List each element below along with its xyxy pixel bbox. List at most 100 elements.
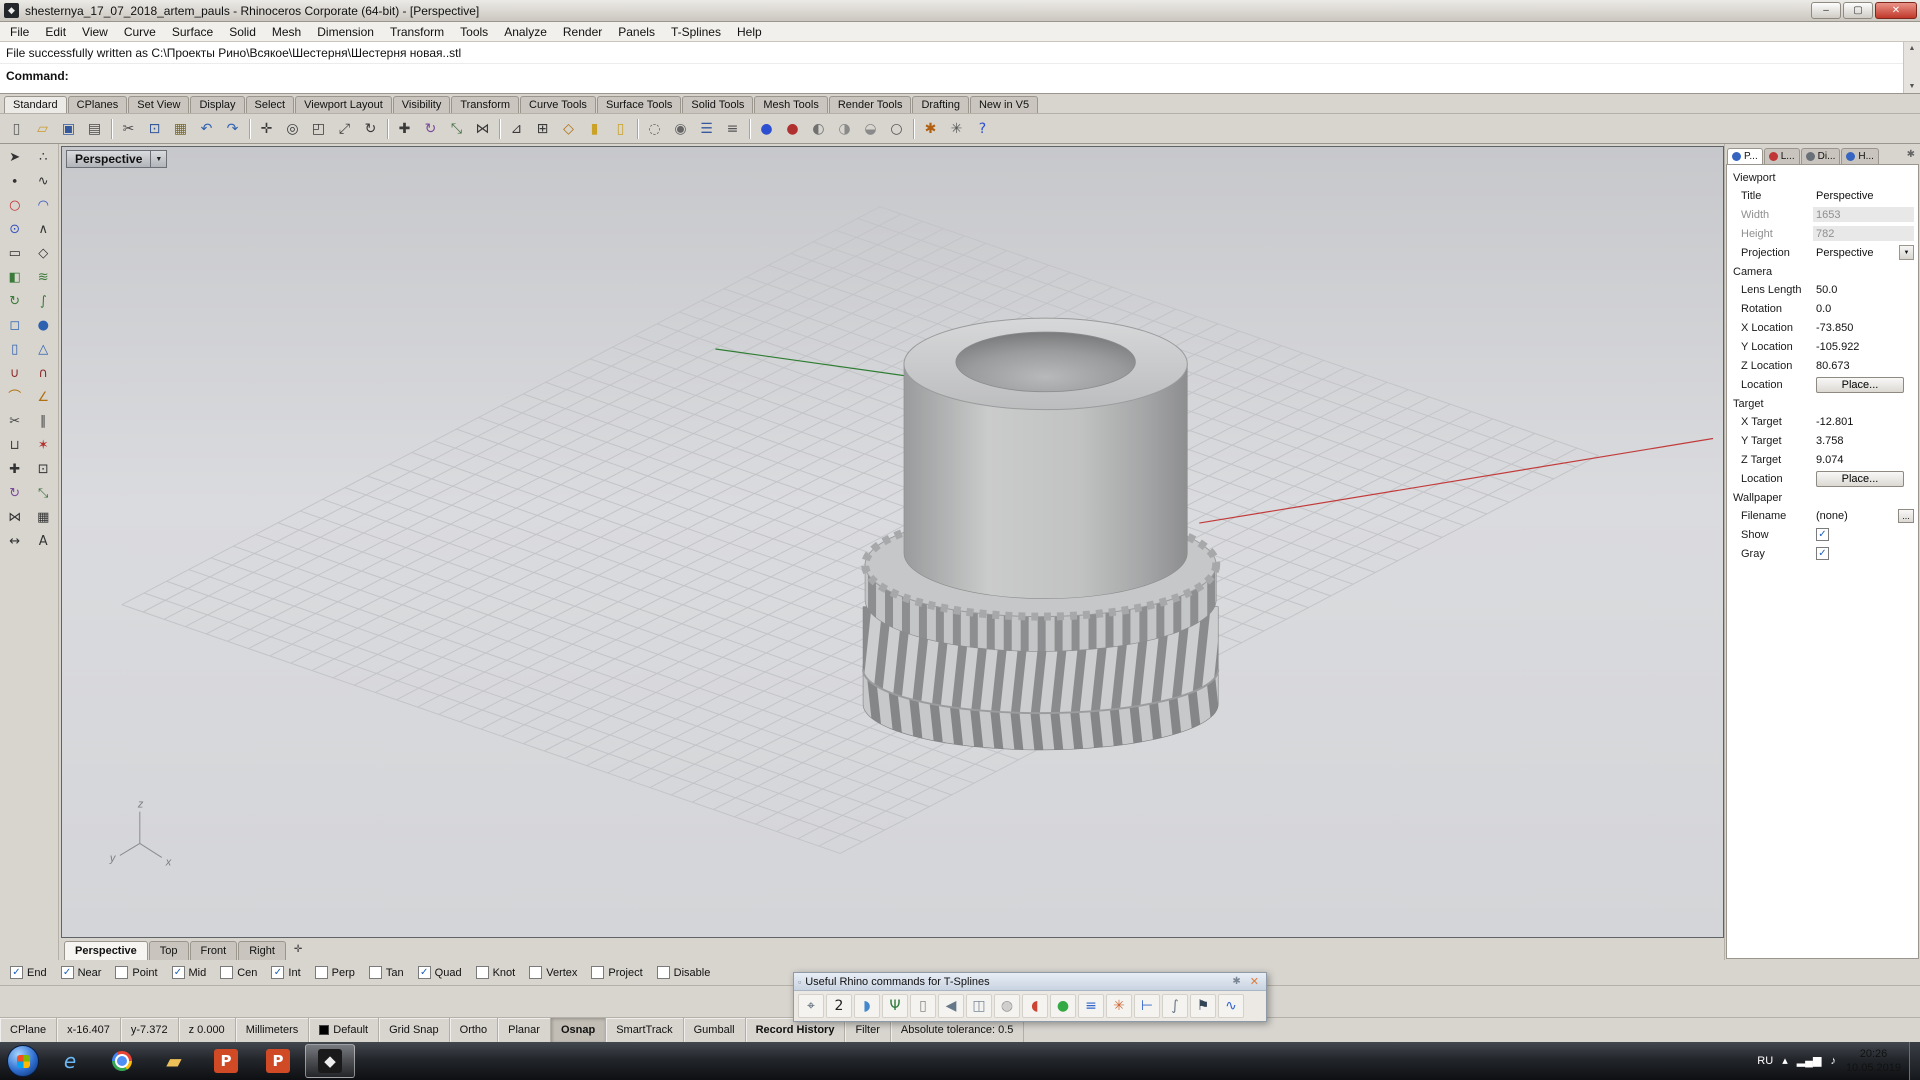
menu-edit[interactable]: Edit xyxy=(37,23,74,41)
loft-button[interactable]: ≋ xyxy=(30,266,58,289)
move-button[interactable]: ✚ xyxy=(392,117,417,141)
boolean-difference-button[interactable]: ∩ xyxy=(30,362,58,385)
menu-solid[interactable]: Solid xyxy=(221,23,264,41)
ts-stack-button[interactable]: ≡ xyxy=(1078,994,1104,1018)
toolbar-tab-surface-tools[interactable]: Surface Tools xyxy=(597,96,681,113)
cylinder-button[interactable]: ▯ xyxy=(1,338,29,361)
zoom-window-button[interactable]: ◰ xyxy=(306,117,331,141)
osnap-quad[interactable]: ✓Quad xyxy=(418,966,462,979)
osnap-checkbox-mid[interactable]: ✓ xyxy=(172,966,185,979)
ie-icon-button[interactable]: e xyxy=(45,1044,95,1078)
toolbar-tab-viewport-layout[interactable]: Viewport Layout xyxy=(295,96,392,113)
ts-rainbow-button[interactable]: ◖ xyxy=(1022,994,1048,1018)
save-button[interactable]: ▣ xyxy=(56,117,81,141)
show-button[interactable]: ◉ xyxy=(668,117,693,141)
osnap-checkbox-perp[interactable] xyxy=(315,966,328,979)
powerpoint-icon-2-button[interactable]: P xyxy=(253,1044,303,1078)
ts-wave-button[interactable]: ∿ xyxy=(1218,994,1244,1018)
panel-tab-help[interactable]: H... xyxy=(1841,148,1879,164)
undo-button[interactable]: ↶ xyxy=(194,117,219,141)
osnap-checkbox-point[interactable] xyxy=(115,966,128,979)
osnap-cen[interactable]: Cen xyxy=(220,966,257,979)
split-button[interactable]: ∥ xyxy=(30,410,58,433)
dimension-button[interactable]: ↔ xyxy=(1,530,29,553)
osnap-tan[interactable]: Tan xyxy=(369,966,404,979)
osnap-checkbox-quad[interactable]: ✓ xyxy=(418,966,431,979)
open-file-button[interactable]: ▱ xyxy=(30,117,55,141)
select-button[interactable]: ➤ xyxy=(1,146,29,169)
box-button[interactable]: ◻ xyxy=(1,314,29,337)
viewport-tab-right[interactable]: Right xyxy=(238,941,286,960)
toolbar-tab-curve-tools[interactable]: Curve Tools xyxy=(520,96,596,113)
osnap-mid[interactable]: ✓Mid xyxy=(172,966,207,979)
rhino-icon-button[interactable]: ◆ xyxy=(305,1044,355,1078)
maximize-button[interactable]: ▢ xyxy=(1843,2,1873,19)
mirror-button[interactable]: ⋈ xyxy=(470,117,495,141)
network-icon[interactable]: ▂▄▆ xyxy=(1797,1056,1822,1067)
command-scrollbar[interactable]: ▲ ▼ xyxy=(1903,42,1920,93)
ts-disc-button[interactable]: ◍ xyxy=(994,994,1020,1018)
property-value-y-location[interactable]: -105.922 xyxy=(1813,339,1914,354)
ellipse-button[interactable]: ⊙ xyxy=(1,218,29,241)
sweep-button[interactable]: ∫ xyxy=(30,290,58,313)
toolbar-tab-standard[interactable]: Standard xyxy=(4,96,67,113)
rotate-button[interactable]: ↻ xyxy=(418,117,443,141)
menu-tools[interactable]: Tools xyxy=(452,23,496,41)
status-grid-snap[interactable]: Grid Snap xyxy=(379,1018,450,1042)
menu-panels[interactable]: Panels xyxy=(610,23,663,41)
property-value-rotation[interactable]: 0.0 xyxy=(1813,301,1914,316)
curve-button[interactable]: ∿ xyxy=(30,170,58,193)
array-button[interactable]: ▦ xyxy=(30,506,58,529)
osnap-perp[interactable]: Perp xyxy=(315,966,355,979)
options-button[interactable]: ✳ xyxy=(944,117,969,141)
toolbar-tab-solid-tools[interactable]: Solid Tools xyxy=(682,96,753,113)
menu-analyze[interactable]: Analyze xyxy=(496,23,555,41)
explode-button[interactable]: ✶ xyxy=(30,434,58,457)
viewport-tab-perspective[interactable]: Perspective xyxy=(64,941,148,960)
gumball-button[interactable]: ✱ xyxy=(918,117,943,141)
toolbar-tab-visibility[interactable]: Visibility xyxy=(393,96,451,113)
start-button[interactable] xyxy=(7,1045,39,1077)
print-button[interactable]: ▤ xyxy=(82,117,107,141)
menu-t-splines[interactable]: T-Splines xyxy=(663,23,729,41)
main-viewport[interactable]: Perspective ▼ xyxy=(61,146,1724,938)
property-value-lens-length[interactable]: 50.0 xyxy=(1813,282,1914,297)
show-desktop-button[interactable] xyxy=(1909,1042,1920,1080)
taskbar-clock[interactable]: 20:26 10.05.2019 xyxy=(1838,1047,1909,1076)
menu-transform[interactable]: Transform xyxy=(382,23,452,41)
ts-column-button[interactable]: ▯ xyxy=(910,994,936,1018)
chrome-icon-button[interactable] xyxy=(97,1044,147,1078)
grid-snap-button[interactable]: ⊞ xyxy=(530,117,555,141)
ts-graph-button[interactable]: ⊢ xyxy=(1134,994,1160,1018)
ts-pipe-button[interactable]: ∫ xyxy=(1162,994,1188,1018)
shaded-viewport-button[interactable]: ◐ xyxy=(806,117,831,141)
status-millimeters[interactable]: Millimeters xyxy=(236,1018,310,1042)
osnap-point[interactable]: Point xyxy=(115,966,157,979)
ts-paint-button[interactable]: ◗ xyxy=(854,994,880,1018)
panel-tab-layers[interactable]: L... xyxy=(1764,148,1800,164)
explorer-icon-button[interactable]: ▰ xyxy=(149,1044,199,1078)
ts-sphere-button[interactable]: ● xyxy=(1050,994,1076,1018)
fillet-button[interactable]: ⌒ xyxy=(1,386,29,409)
status-gumball[interactable]: Gumball xyxy=(684,1018,746,1042)
projection-dropdown-icon[interactable]: ▼ xyxy=(1899,245,1914,260)
object-properties-button[interactable]: ≡ xyxy=(720,117,745,141)
text-button[interactable]: A xyxy=(30,530,58,553)
panel-tab-properties[interactable]: P... xyxy=(1727,148,1763,164)
property-value-z-target[interactable]: 9.074 xyxy=(1813,452,1914,467)
command-prompt-line[interactable]: Command: xyxy=(0,64,1903,93)
toolbar-tab-new-in-v5[interactable]: New in V5 xyxy=(970,96,1038,113)
revolve-button[interactable]: ↻ xyxy=(1,290,29,313)
ts-wedge-button[interactable]: ◀ xyxy=(938,994,964,1018)
points-on-button[interactable]: ∴ xyxy=(30,146,58,169)
viewport-tab-top[interactable]: Top xyxy=(149,941,189,960)
mirror-button[interactable]: ⋈ xyxy=(1,506,29,529)
rotate-view-button[interactable]: ↻ xyxy=(358,117,383,141)
gray-checkbox[interactable]: ✓ xyxy=(1816,547,1829,560)
osnap-checkbox-cen[interactable] xyxy=(220,966,233,979)
gear-model[interactable] xyxy=(863,318,1218,750)
toolbar-tab-render-tools[interactable]: Render Tools xyxy=(829,96,912,113)
move-button[interactable]: ✚ xyxy=(1,458,29,481)
polyline-button[interactable]: ∧ xyxy=(30,218,58,241)
toolbar-tab-set-view[interactable]: Set View xyxy=(128,96,189,113)
